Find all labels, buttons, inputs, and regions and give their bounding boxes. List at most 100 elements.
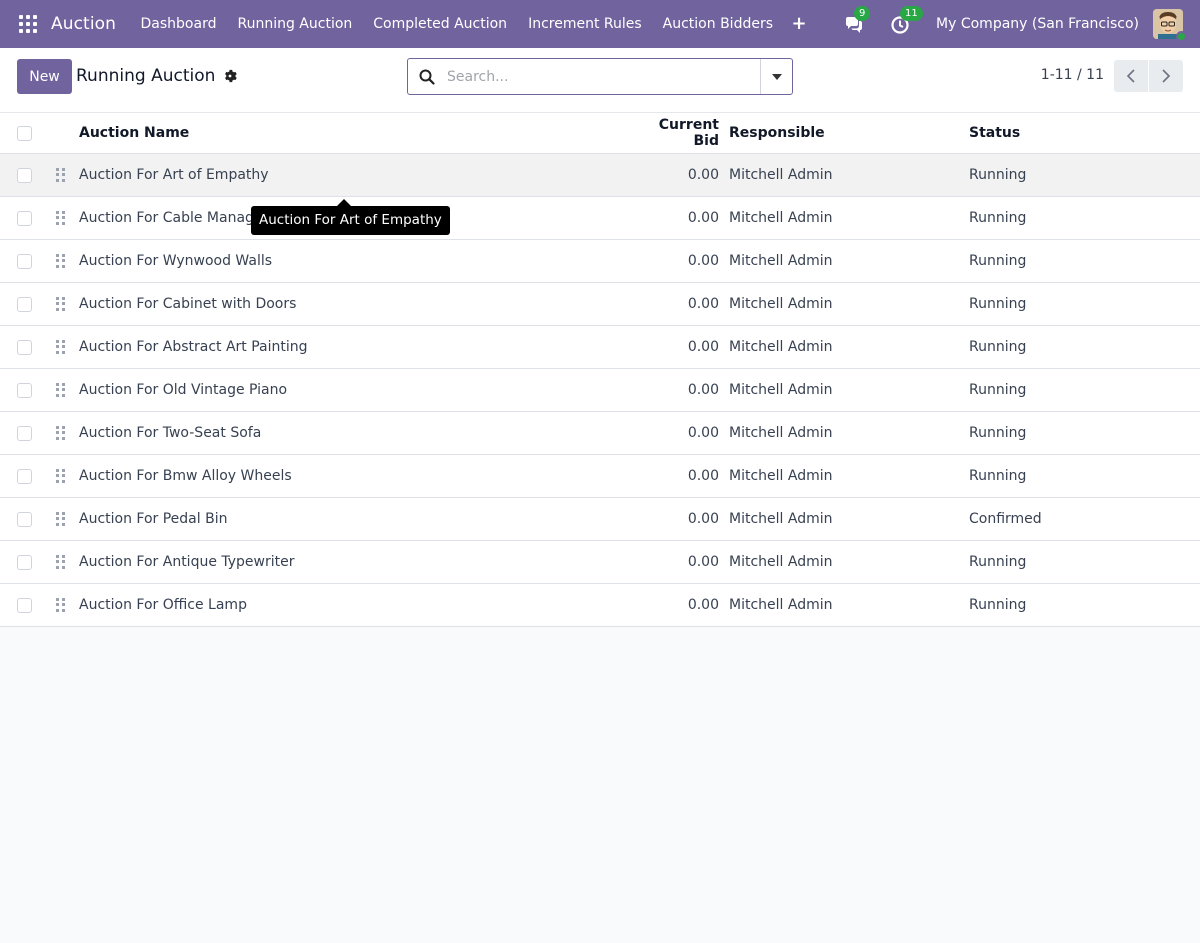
- nav-item-auction-bidders[interactable]: Auction Bidders: [652, 0, 783, 48]
- column-header-responsible[interactable]: Responsible: [719, 125, 969, 141]
- search-input[interactable]: [447, 68, 747, 85]
- table-row[interactable]: Auction For Cabinet with Doors 0.00 Mitche…: [0, 283, 1200, 326]
- auction-name-cell[interactable]: Auction For Two-Seat Sofa: [79, 425, 639, 441]
- row-checkbox[interactable]: [17, 339, 32, 355]
- auction-name-cell[interactable]: Auction For Wynwood Walls: [79, 253, 639, 269]
- auction-name-cell[interactable]: Auction For Pedal Bin: [79, 511, 639, 527]
- gear-icon[interactable]: [223, 69, 238, 83]
- table-row[interactable]: Auction For Abstract Art Painting 0.00 Mit…: [0, 326, 1200, 369]
- row-checkbox[interactable]: [17, 468, 32, 484]
- drag-handle-icon[interactable]: [56, 339, 65, 355]
- row-checkbox[interactable]: [17, 597, 32, 613]
- table-row[interactable]: Auction For Art of Empathy 0.00 Mitchell A…: [0, 154, 1200, 197]
- responsible-cell[interactable]: Mitchell Admin: [719, 554, 969, 570]
- table-row[interactable]: Auction For Cable Manage 0.00 Mitchell Adm…: [0, 197, 1200, 240]
- nav-item-completed-auction[interactable]: Completed Auction: [363, 0, 518, 48]
- responsible-cell[interactable]: Mitchell Admin: [719, 339, 969, 355]
- current-bid-cell[interactable]: 0.00: [639, 382, 719, 398]
- current-bid-cell[interactable]: 0.00: [639, 253, 719, 269]
- select-all-checkbox[interactable]: [17, 125, 32, 141]
- drag-handle-icon[interactable]: [56, 425, 65, 441]
- status-cell[interactable]: Running: [969, 597, 1169, 613]
- responsible-cell[interactable]: Mitchell Admin: [719, 597, 969, 613]
- nav-item-dashboard[interactable]: Dashboard: [130, 0, 227, 48]
- status-cell[interactable]: Running: [969, 210, 1169, 226]
- row-checkbox[interactable]: [17, 210, 32, 226]
- plus-icon[interactable]: +: [784, 0, 815, 48]
- current-bid-cell[interactable]: 0.00: [639, 210, 719, 226]
- pager-next-button[interactable]: [1149, 60, 1183, 92]
- pager-previous-button[interactable]: [1114, 60, 1148, 92]
- auction-name-cell[interactable]: Auction For Art of Empathy: [79, 167, 639, 183]
- current-bid-cell[interactable]: 0.00: [639, 597, 719, 613]
- new-button[interactable]: New: [17, 59, 72, 94]
- pager-value[interactable]: 1-11 / 11: [1041, 67, 1104, 83]
- drag-handle-icon[interactable]: [56, 511, 65, 527]
- responsible-cell[interactable]: Mitchell Admin: [719, 382, 969, 398]
- row-checkbox[interactable]: [17, 382, 32, 398]
- status-cell[interactable]: Running: [969, 167, 1169, 183]
- status-cell[interactable]: Running: [969, 468, 1169, 484]
- company-switcher[interactable]: My Company (San Francisco): [936, 16, 1139, 32]
- table-row[interactable]: Auction For Pedal Bin 0.00 Mitchell Admin C…: [0, 498, 1200, 541]
- search-options-toggle[interactable]: [760, 59, 792, 94]
- current-bid-cell[interactable]: 0.00: [639, 468, 719, 484]
- table-row[interactable]: Auction For Office Lamp 0.00 Mitchell Admi…: [0, 584, 1200, 627]
- row-checkbox[interactable]: [17, 167, 32, 183]
- table-row[interactable]: Auction For Bmw Alloy Wheels 0.00 Mitchell…: [0, 455, 1200, 498]
- row-checkbox[interactable]: [17, 253, 32, 269]
- responsible-cell[interactable]: Mitchell Admin: [719, 468, 969, 484]
- status-cell[interactable]: Running: [969, 253, 1169, 269]
- user-avatar[interactable]: [1153, 9, 1187, 42]
- clock-icon[interactable]: 11: [890, 6, 923, 35]
- column-header-auction-name[interactable]: Auction Name: [49, 125, 639, 141]
- current-bid-cell[interactable]: 0.00: [639, 296, 719, 312]
- current-bid-cell[interactable]: 0.00: [639, 425, 719, 441]
- drag-handle-icon[interactable]: [56, 382, 65, 398]
- status-cell[interactable]: Running: [969, 296, 1169, 312]
- drag-handle-icon[interactable]: [56, 597, 65, 613]
- status-cell[interactable]: Running: [969, 382, 1169, 398]
- table-row[interactable]: Auction For Two-Seat Sofa 0.00 Mitchell Ad…: [0, 412, 1200, 455]
- status-cell[interactable]: Running: [969, 339, 1169, 355]
- responsible-cell[interactable]: Mitchell Admin: [719, 253, 969, 269]
- drag-handle-icon[interactable]: [56, 210, 65, 226]
- drag-handle-icon[interactable]: [56, 468, 65, 484]
- current-bid-cell[interactable]: 0.00: [639, 554, 719, 570]
- current-bid-cell[interactable]: 0.00: [639, 511, 719, 527]
- row-checkbox[interactable]: [17, 554, 32, 570]
- auction-name-cell[interactable]: Auction For Bmw Alloy Wheels: [79, 468, 639, 484]
- status-cell[interactable]: Confirmed: [969, 511, 1169, 527]
- column-header-current-bid[interactable]: Current Bid: [639, 117, 719, 149]
- table-row[interactable]: Auction For Wynwood Walls 0.00 Mitchell Ad…: [0, 240, 1200, 283]
- responsible-cell[interactable]: Mitchell Admin: [719, 167, 969, 183]
- auction-name-cell[interactable]: Auction For Abstract Art Painting: [79, 339, 639, 355]
- status-cell[interactable]: Running: [969, 425, 1169, 441]
- chat-icon[interactable]: 9: [844, 6, 871, 35]
- column-header-status[interactable]: Status: [969, 125, 1169, 141]
- row-checkbox[interactable]: [17, 296, 32, 312]
- auction-name-cell[interactable]: Auction For Office Lamp: [79, 597, 639, 613]
- current-bid-cell[interactable]: 0.00: [639, 339, 719, 355]
- responsible-cell[interactable]: Mitchell Admin: [719, 296, 969, 312]
- table-row[interactable]: Auction For Antique Typewriter 0.00 Mitche…: [0, 541, 1200, 584]
- current-bid-cell[interactable]: 0.00: [639, 167, 719, 183]
- row-checkbox[interactable]: [17, 425, 32, 441]
- auction-name-cell[interactable]: Auction For Old Vintage Piano: [79, 382, 639, 398]
- row-checkbox[interactable]: [17, 511, 32, 527]
- responsible-cell[interactable]: Mitchell Admin: [719, 511, 969, 527]
- responsible-cell[interactable]: Mitchell Admin: [719, 425, 969, 441]
- drag-handle-icon[interactable]: [56, 554, 65, 570]
- drag-handle-icon[interactable]: [56, 167, 65, 183]
- status-cell[interactable]: Running: [969, 554, 1169, 570]
- app-name[interactable]: Auction: [51, 14, 116, 34]
- drag-handle-icon[interactable]: [56, 253, 65, 269]
- drag-handle-icon[interactable]: [56, 296, 65, 312]
- table-row[interactable]: Auction For Old Vintage Piano 0.00 Mitchel…: [0, 369, 1200, 412]
- auction-name-cell[interactable]: Auction For Cabinet with Doors: [79, 296, 639, 312]
- apps-grid-icon[interactable]: [19, 15, 37, 33]
- nav-item-running-auction[interactable]: Running Auction: [227, 0, 363, 48]
- responsible-cell[interactable]: Mitchell Admin: [719, 210, 969, 226]
- auction-name-cell[interactable]: Auction For Antique Typewriter: [79, 554, 639, 570]
- nav-item-increment-rules[interactable]: Increment Rules: [518, 0, 653, 48]
